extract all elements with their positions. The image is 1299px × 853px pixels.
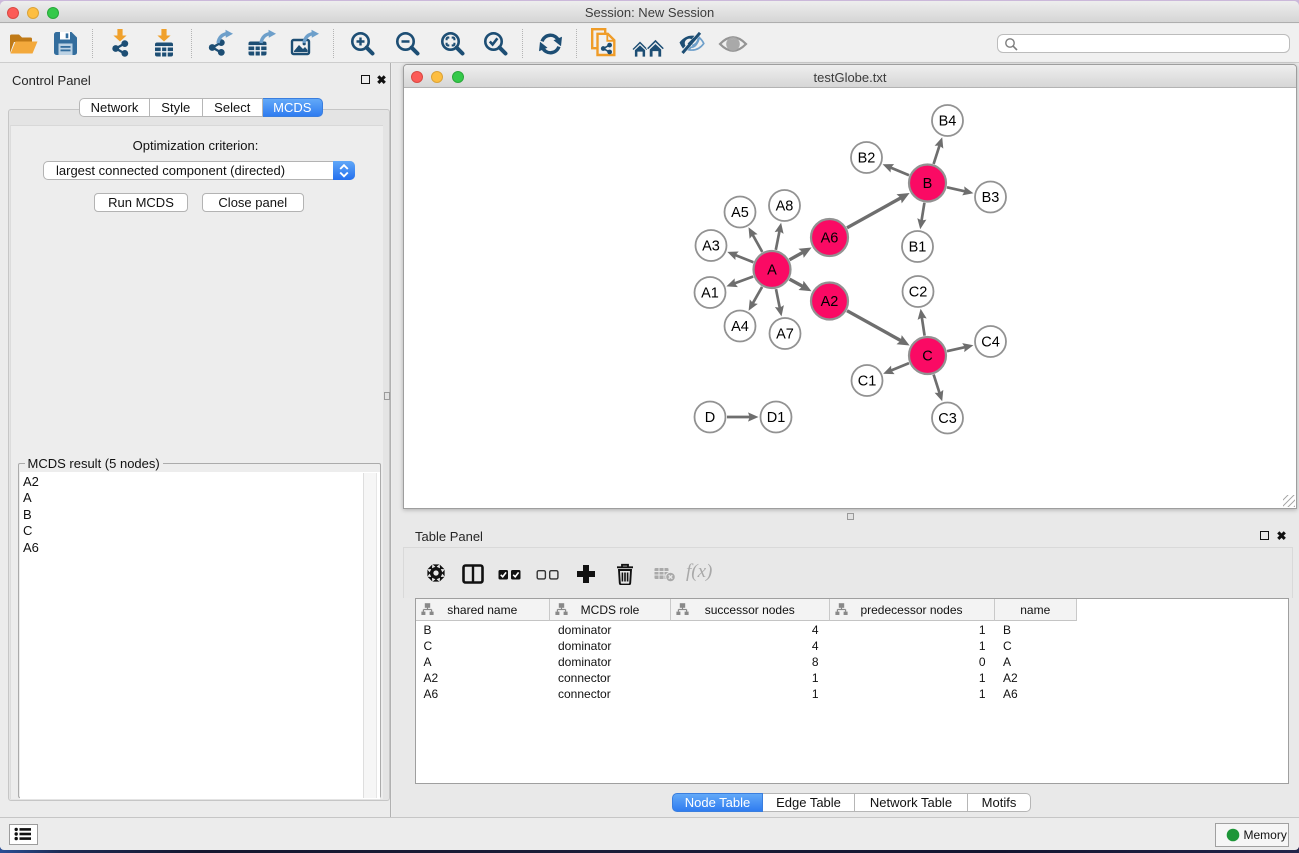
svg-text:A1: A1 — [701, 286, 719, 302]
svg-text:B3: B3 — [981, 190, 999, 206]
svg-text:C4: C4 — [981, 335, 1000, 351]
svg-text:B: B — [922, 176, 932, 192]
svg-text:A2: A2 — [820, 294, 838, 310]
svg-text:B4: B4 — [938, 114, 956, 130]
svg-text:C: C — [922, 349, 932, 365]
svg-text:A8: A8 — [775, 199, 793, 215]
svg-text:D1: D1 — [766, 410, 785, 426]
svg-text:B1: B1 — [908, 240, 926, 256]
svg-text:A7: A7 — [776, 327, 794, 343]
svg-text:D: D — [704, 410, 714, 426]
svg-text:B2: B2 — [857, 151, 875, 167]
svg-text:C3: C3 — [938, 411, 957, 427]
svg-text:C1: C1 — [857, 374, 876, 390]
svg-text:C2: C2 — [908, 285, 927, 301]
svg-text:A3: A3 — [702, 239, 720, 255]
svg-text:A4: A4 — [731, 319, 749, 335]
svg-text:A5: A5 — [731, 205, 749, 221]
svg-text:A6: A6 — [820, 231, 838, 247]
svg-text:A: A — [767, 263, 777, 279]
